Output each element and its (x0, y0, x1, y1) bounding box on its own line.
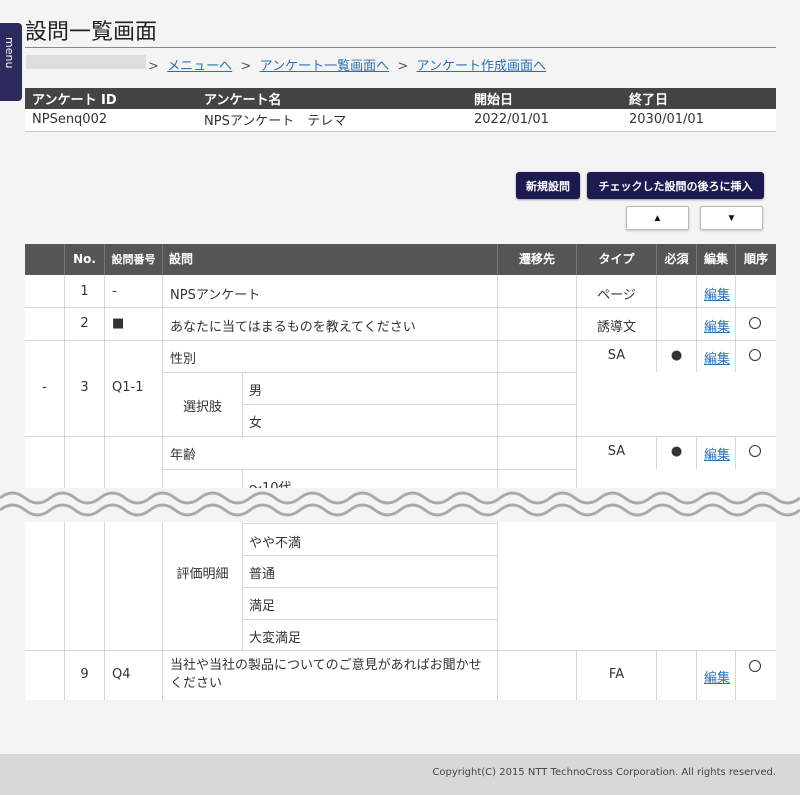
enquete-name-header: アンケート名 (197, 88, 467, 109)
row4-question: 年齢 (170, 448, 197, 463)
row3-edit-link[interactable]: 編集 (704, 348, 730, 367)
rating-option-2: 普通 (249, 567, 276, 582)
row9-type: FA (608, 667, 625, 682)
row3-question: 性別 (170, 352, 197, 367)
row9-question: 当社や当社の製品についてのご意見があればお聞かせください (170, 658, 482, 691)
down-arrow-icon: ▼ (726, 212, 737, 224)
row3-option-label: 選択肢 (182, 400, 222, 415)
row9-order-radio[interactable] (749, 660, 761, 672)
row4-type: SA (607, 444, 626, 459)
new-question-button[interactable]: 新規設問 (516, 172, 580, 199)
row4-edit-link[interactable]: 編集 (704, 444, 730, 463)
breadcrumb-menu-link[interactable]: メニューへ (167, 59, 232, 74)
row3-qnum: Q1-1 (112, 380, 144, 395)
breadcrumb-sep: > (240, 59, 252, 74)
no-col-header: No. (65, 244, 105, 275)
up-arrow-icon: ▲ (652, 212, 663, 224)
move-down-button[interactable]: ▼ (700, 206, 763, 230)
transition-col-header: 遷移先 (498, 244, 577, 275)
end-date: 2030/01/01 (622, 109, 776, 132)
row2-order-radio[interactable] (749, 317, 761, 329)
row3-option-2: 女 (249, 416, 263, 431)
table-break-wave (0, 488, 800, 522)
start-date-header: 開始日 (467, 88, 622, 109)
enquete-info-table: アンケート ID アンケート名 開始日 終了日 NPSenq002 NPSアンケ… (25, 88, 776, 132)
type-col-header: タイプ (577, 244, 657, 275)
row2-question: あなたに当てはまるものを教えてください (170, 320, 416, 335)
row9-edit-link[interactable]: 編集 (704, 667, 730, 686)
row1-edit-link[interactable]: 編集 (704, 284, 730, 303)
row1-qnum: - (112, 284, 117, 299)
row4-option-1: ～10代 (249, 477, 292, 488)
row2-qnum: ■ (112, 316, 125, 331)
enquete-id-header: アンケート ID (25, 88, 197, 109)
breadcrumb-sep: > (397, 59, 409, 74)
row1-question: NPSアンケート (170, 288, 261, 303)
question-table-header: No. 設問番号 設問 遷移先 タイプ 必須 編集 順序 (25, 244, 776, 275)
question-table-body-top: 1 - NPSアンケート ページ 編集 2 ■ あなたに当てはまるものを教えてく… (25, 275, 776, 488)
qnum-col-header: 設問番号 (105, 244, 163, 275)
row9-no: 9 (80, 667, 89, 682)
required-col-header: 必須 (657, 244, 697, 275)
edit-col-header: 編集 (697, 244, 736, 275)
row2-no: 2 (80, 316, 89, 331)
row1-type: ページ (597, 288, 636, 303)
row3-option-1: 男 (249, 384, 263, 399)
row1-no: 1 (80, 284, 89, 299)
enquete-name: NPSアンケート テレマ (197, 109, 467, 132)
title-divider (25, 47, 776, 48)
question-table-body-bottom: 評価明細 やや不満 普通 満足 大変満足 9 Q4 当社や当社の製品についてのご… (25, 522, 776, 700)
row4-required: ● (670, 444, 683, 459)
row3-check[interactable]: - (25, 380, 64, 395)
rating-option-3: 満足 (249, 599, 276, 614)
breadcrumb-sep: > (148, 59, 159, 74)
breadcrumb-enquete-list-link[interactable]: アンケート一覧画面へ (260, 59, 389, 74)
row4-order-radio[interactable] (749, 445, 761, 457)
copyright-text: Copyright(C) 2015 NTT TechnoCross Corpor… (432, 767, 776, 778)
start-date: 2022/01/01 (467, 109, 622, 132)
order-col-header: 順序 (743, 252, 768, 266)
move-up-button[interactable]: ▲ (626, 206, 689, 230)
side-menu-label: menu (3, 37, 16, 69)
row3-order-radio[interactable] (749, 349, 761, 361)
row3-no: 3 (80, 380, 89, 395)
row3-type: SA (607, 348, 626, 363)
row3-required: ● (670, 348, 683, 363)
side-menu-tab[interactable]: menu (0, 23, 22, 101)
breadcrumb-enquete-create-link[interactable]: アンケート作成画面へ (417, 59, 546, 74)
rating-option-1: やや不満 (249, 536, 302, 551)
footer: Copyright(C) 2015 NTT TechnoCross Corpor… (0, 754, 800, 795)
enquete-id: NPSenq002 (25, 109, 197, 132)
checkbox-col-header (25, 244, 65, 275)
row9-qnum: Q4 (112, 667, 131, 682)
question-col-header: 設問 (163, 244, 498, 275)
page-title: 設問一覧画面 (25, 20, 158, 45)
row2-edit-link[interactable]: 編集 (704, 316, 730, 335)
rating-option-label: 評価明細 (176, 567, 229, 582)
row2-type: 誘導文 (596, 320, 636, 335)
breadcrumb-redacted (26, 55, 146, 69)
insert-after-checked-button[interactable]: チェックした設問の後ろに挿入 (587, 172, 764, 199)
end-date-header: 終了日 (622, 88, 776, 109)
breadcrumb: > メニューへ > アンケート一覧画面へ > アンケート作成画面へ (148, 55, 546, 74)
rating-option-4: 大変満足 (249, 631, 302, 646)
